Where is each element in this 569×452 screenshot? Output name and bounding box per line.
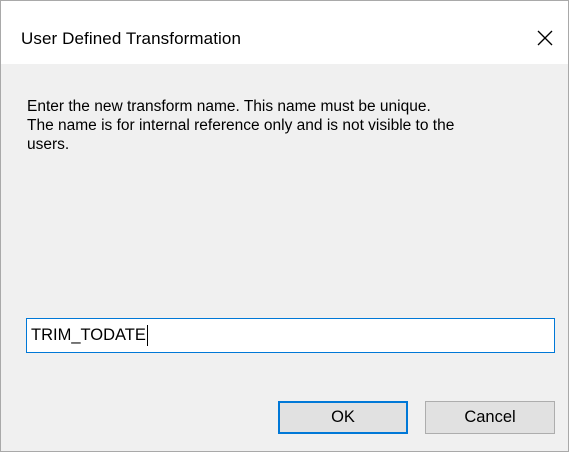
close-button[interactable] (522, 15, 568, 61)
instruction-line-1: Enter the new transform name. This name … (27, 98, 431, 115)
ok-button[interactable]: OK (278, 401, 408, 434)
transform-name-input[interactable] (26, 318, 555, 353)
instruction-line-3: users. (27, 136, 70, 153)
user-defined-transformation-dialog: User Defined Transformation Enter the ne… (0, 0, 569, 452)
title-bar: User Defined Transformation (1, 1, 568, 64)
text-caret (146, 325, 148, 346)
close-icon (537, 30, 553, 46)
instruction-message: Enter the new transform name. This name … (27, 97, 557, 154)
cancel-button[interactable]: Cancel (425, 401, 555, 434)
dialog-title: User Defined Transformation (21, 29, 242, 48)
instruction-line-2: The name is for internal reference only … (27, 117, 455, 134)
